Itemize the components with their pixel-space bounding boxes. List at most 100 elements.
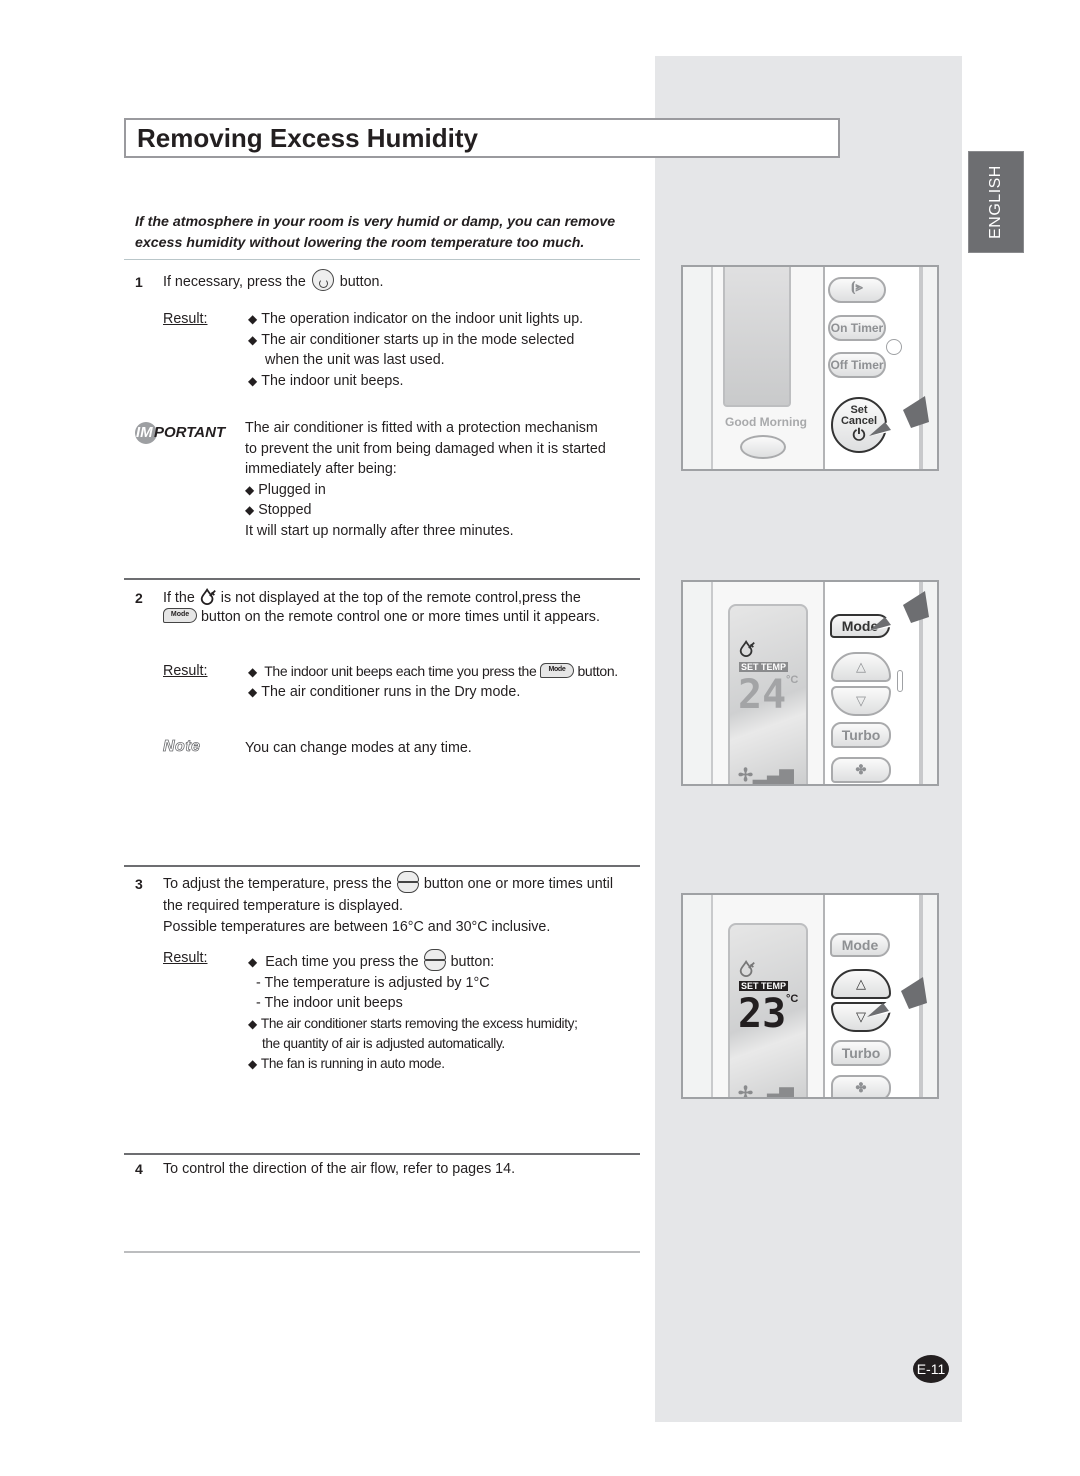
- important-bullet: Stopped: [245, 500, 640, 521]
- fan-icon: ✤: [855, 762, 867, 777]
- step-number: 4: [135, 1161, 143, 1177]
- temperature-value: 23: [738, 991, 787, 1037]
- step-divider: [124, 578, 640, 580]
- important-line: The air conditioner is fitted with a pro…: [245, 420, 598, 436]
- fan-button: ✤: [831, 757, 891, 783]
- remote-display: [723, 267, 791, 407]
- note-text: You can change modes at any time.: [245, 740, 472, 756]
- pointer-arrow-icon: [869, 591, 929, 631]
- result-item: Each time you press the button:: [248, 949, 640, 973]
- on-timer-button: On Timer: [828, 315, 886, 341]
- temperature-unit: °C: [786, 674, 799, 686]
- result-item-continued: the quantity of air is adjusted automati…: [262, 1035, 505, 1051]
- step-text: To adjust the temperature, press the: [163, 876, 392, 892]
- mode-button-icon: Mode: [539, 663, 574, 679]
- step-text: button one or more times until: [423, 876, 613, 892]
- result-text: button:: [450, 954, 495, 970]
- step-text: If the: [163, 590, 195, 606]
- step-divider: [124, 1153, 640, 1155]
- set-temp-label: SET TEMP: [739, 981, 789, 991]
- step-number: 1: [135, 274, 143, 290]
- result-subitem: - The indoor unit beeps: [256, 995, 403, 1011]
- turbo-button: Turbo: [831, 1040, 891, 1066]
- step-number: 3: [135, 876, 143, 892]
- fan-speed-icon: ✢▂▄▆: [738, 765, 794, 785]
- fan-speed-icon: ✢▂▄▆: [738, 1083, 794, 1099]
- intro-divider: [124, 259, 640, 260]
- dry-mode-icon: [200, 587, 216, 605]
- language-tab-label: ENGLISH: [987, 165, 1004, 239]
- remote-illustration-mode: SET TEMP 24 °C ✢▂▄▆ Mode △ ▽ Turbo ✤: [681, 580, 939, 786]
- important-footer: It will start up normally after three mi…: [245, 522, 514, 539]
- step-4-text: To control the direction of the air flow…: [163, 1161, 516, 1177]
- turbo-button: Turbo: [831, 722, 891, 748]
- step-divider: [124, 865, 640, 867]
- step-2-text: If the is not displayed at the top of th…: [163, 587, 638, 627]
- temperature-value: 24: [738, 672, 787, 718]
- result-item-continued: when the unit was last used.: [265, 352, 445, 368]
- result-subitem: - The temperature is adjusted by 1°C: [256, 974, 490, 991]
- result-label: Result:: [163, 663, 208, 679]
- pointer-arrow-icon: [869, 396, 929, 436]
- fan-button: ✤: [831, 1075, 891, 1097]
- step-3-text: To adjust the temperature, press the but…: [163, 871, 638, 939]
- clock-icon: [886, 339, 902, 355]
- result-item: The air conditioner runs in the Dry mode…: [248, 682, 640, 703]
- temperature-unit: °C: [786, 993, 799, 1005]
- step-1-text: If necessary, press the button.: [163, 269, 384, 293]
- off-timer-button: Off Timer: [828, 352, 886, 378]
- important-line: immediately after being:: [245, 461, 397, 477]
- temp-up-down-button-icon: [423, 949, 447, 972]
- note-label: Note: [163, 738, 201, 756]
- step-text: button on the remote control one or more…: [200, 608, 600, 625]
- intro-text: If the atmosphere in your room is very h…: [135, 214, 616, 251]
- language-tab[interactable]: ENGLISH: [968, 151, 1024, 253]
- remote-illustration-set-cancel: Good Morning ⦗⪢ On Timer Off Timer Set C…: [681, 265, 939, 471]
- temp-up-down-button-icon: [396, 871, 420, 894]
- thermometer-icon: [897, 670, 903, 692]
- remote-illustration-temperature: SET TEMP 23 °C ✢▂▄▆ Mode △ ▽ Turbo ✤: [681, 893, 939, 1099]
- good-morning-button: [740, 435, 786, 459]
- page-number-badge: E-11: [913, 1355, 949, 1383]
- mode-button: Mode: [830, 933, 890, 957]
- important-im: IM: [136, 424, 153, 441]
- step-text: Possible temperatures are between 16°C a…: [163, 919, 551, 935]
- fan-icon: ✤: [855, 1080, 867, 1095]
- step-text: the required temperature is displayed.: [163, 897, 404, 914]
- step-number: 2: [135, 590, 143, 606]
- result-item: The indoor unit beeps each time you pres…: [248, 661, 640, 682]
- step-text: is not displayed at the top of the remot…: [220, 590, 581, 606]
- set-cancel-button-icon: [311, 269, 334, 292]
- important-bullet: Plugged in: [245, 480, 640, 501]
- result-item: The indoor unit beeps.: [248, 371, 638, 392]
- result-text: Each time you press the: [265, 954, 419, 970]
- title-box: Removing Excess Humidity: [124, 118, 840, 158]
- result-item: The operation indicator on the indoor un…: [248, 309, 638, 330]
- dry-mode-icon: [739, 639, 755, 657]
- page-title: Removing Excess Humidity: [137, 123, 478, 153]
- swing-button: ⦗⪢: [828, 277, 886, 303]
- result-text: button.: [577, 663, 618, 679]
- mode-button-icon: Mode: [163, 607, 197, 623]
- result-item: The air conditioner starts removing the …: [248, 1014, 640, 1034]
- result-item: The fan is running in auto mode.: [248, 1054, 640, 1074]
- dry-mode-icon: [739, 959, 755, 977]
- good-morning-label: Good Morning: [725, 415, 807, 429]
- result-label: Result:: [163, 950, 208, 966]
- important-rest: PORTANT: [154, 424, 226, 441]
- swing-icon: ⦗⪢: [851, 279, 863, 294]
- step-text: button.: [339, 274, 384, 290]
- step-text: If necessary, press the: [163, 274, 306, 290]
- important-line: to prevent the unit from being damaged w…: [245, 440, 606, 457]
- pointer-arrow-icon: [867, 977, 927, 1017]
- important-label: IM PORTANT: [135, 422, 235, 444]
- result-item: The air conditioner starts up in the mod…: [248, 330, 638, 351]
- result-text: The indoor unit beeps each time you pres…: [264, 663, 537, 679]
- result-label: Result:: [163, 311, 208, 327]
- step-2-results: The indoor unit beeps each time you pres…: [248, 661, 640, 703]
- important-text: The air conditioner is fitted with a pro…: [245, 418, 640, 541]
- bottom-divider: [124, 1251, 640, 1253]
- step-3-results: Each time you press the button: - The te…: [248, 949, 640, 1074]
- step-1-results: The operation indicator on the indoor un…: [248, 309, 638, 391]
- set-temp-label: SET TEMP: [739, 662, 789, 672]
